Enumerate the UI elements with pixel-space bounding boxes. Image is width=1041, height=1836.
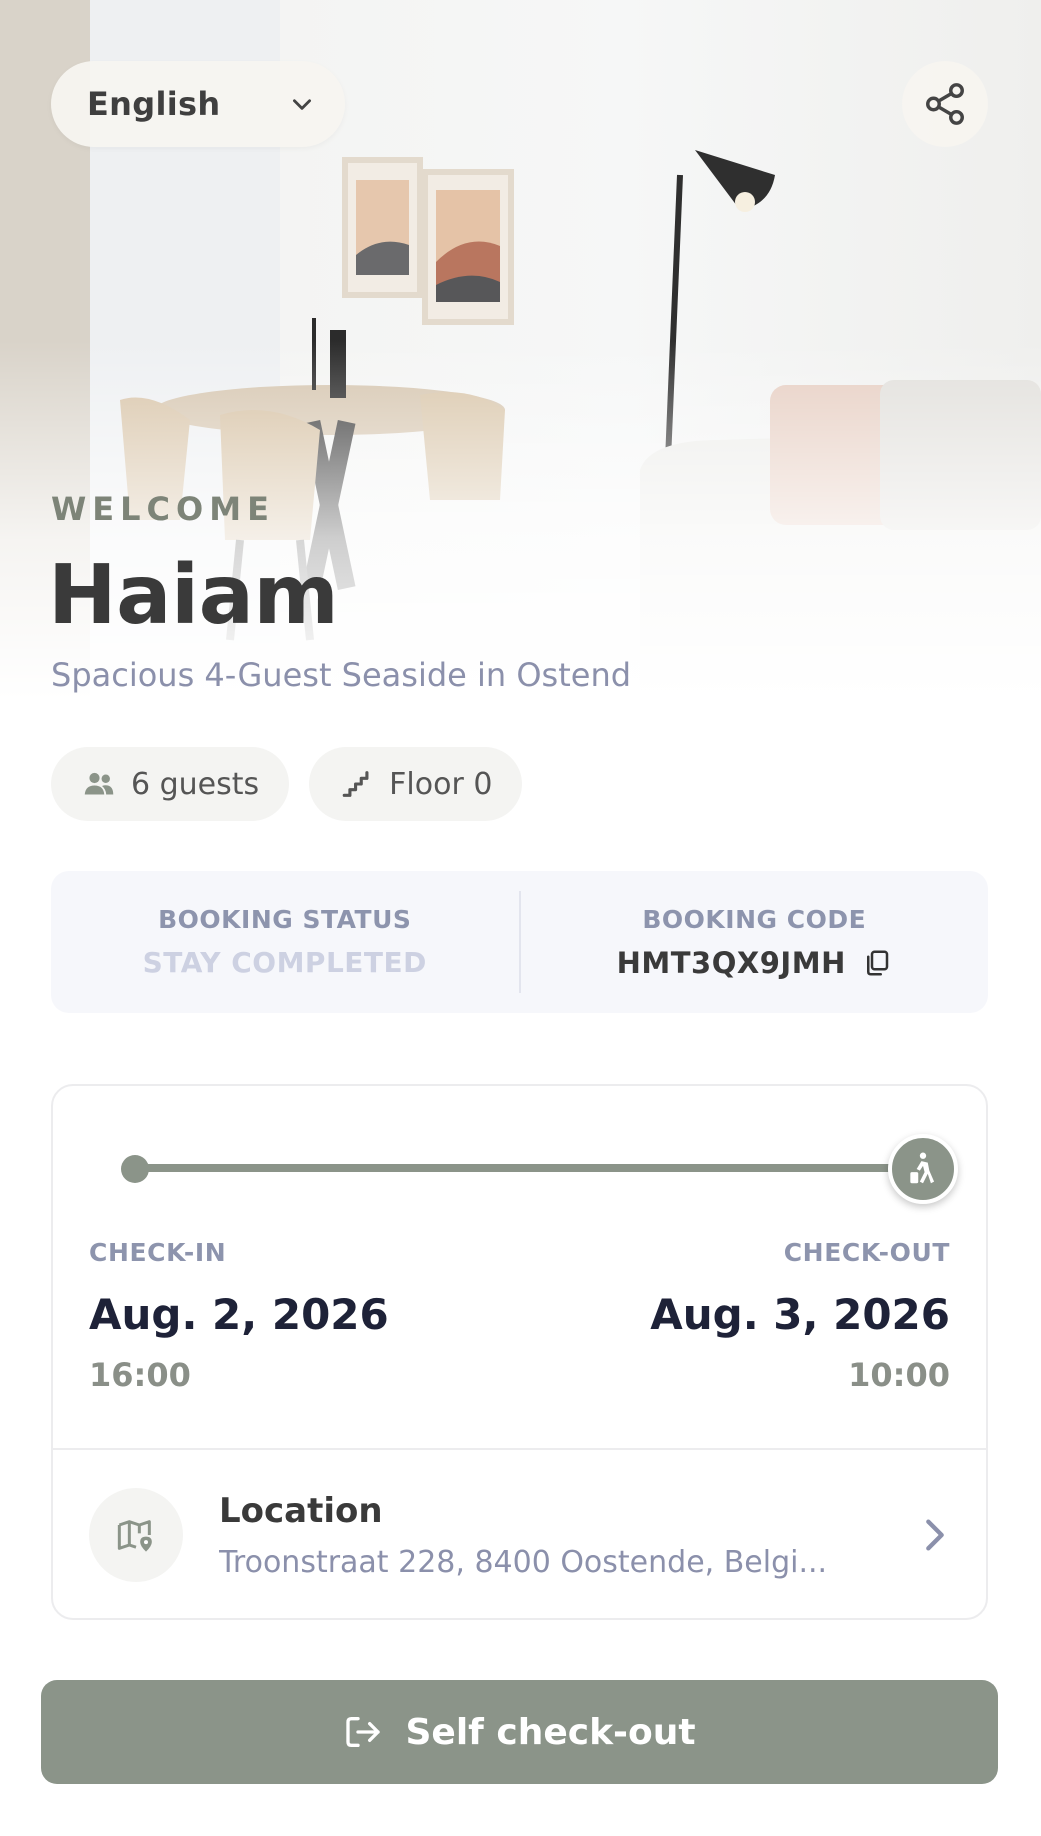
chevron-right-icon [926, 1519, 944, 1551]
self-checkout-label: Self check-out [405, 1711, 696, 1753]
stay-card: CHECK-IN CHECK-OUT Aug. 2, 2026 Aug. 3, … [51, 1084, 988, 1620]
location-row[interactable]: Location Troonstraat 228, 8400 Oostende,… [53, 1450, 986, 1618]
checkout-date: Aug. 3, 2026 [650, 1290, 950, 1339]
booking-summary: BOOKING STATUS STAY COMPLETED BOOKING CO… [51, 871, 988, 1013]
checkout-time: 10:00 [848, 1356, 950, 1394]
walking-luggage-icon [910, 1152, 935, 1184]
checkin-marker [121, 1155, 149, 1183]
stairs-icon [339, 766, 375, 802]
location-address: Troonstraat 228, 8400 Oostende, Belgi... [219, 1544, 828, 1580]
booking-code: BOOKING CODE HMT3QX9JMH [521, 871, 989, 1013]
chevron-down-icon [293, 99, 311, 110]
location-title: Location [219, 1490, 383, 1531]
checkin-label: CHECK-IN [89, 1238, 227, 1267]
welcome-label: WELCOME [51, 490, 275, 528]
guest-name: Haiam [48, 548, 339, 643]
map-pin-icon [117, 1520, 152, 1552]
location-icon-wrap [89, 1488, 183, 1582]
logout-icon [346, 1717, 381, 1747]
copy-icon[interactable] [862, 948, 892, 978]
checkout-label: CHECK-OUT [783, 1238, 950, 1267]
guests-count: 6 guests [131, 766, 260, 802]
location-text: Location Troonstraat 228, 8400 Oostende,… [219, 1491, 920, 1580]
users-icon [81, 766, 117, 802]
property-name: Spacious 4-Guest Seaside in Ostend [51, 656, 632, 694]
share-icon [926, 83, 964, 125]
stay-progress-track [135, 1164, 911, 1172]
checkin-date: Aug. 2, 2026 [89, 1290, 389, 1339]
language-selector[interactable]: English [51, 61, 345, 147]
floor-chip: Floor 0 [309, 747, 523, 821]
checkin-time: 16:00 [89, 1356, 191, 1394]
booking-code-copy[interactable]: HMT3QX9JMH [617, 946, 892, 980]
guests-chip: 6 guests [51, 747, 290, 821]
checkout-marker [888, 1134, 958, 1204]
floor-label: Floor 0 [389, 766, 493, 802]
language-label: English [87, 85, 221, 123]
booking-code-value: HMT3QX9JMH [616, 945, 846, 980]
booking-status-value: STAY COMPLETED [142, 946, 427, 979]
self-checkout-button[interactable]: Self check-out [41, 1680, 998, 1784]
booking-status-label: BOOKING STATUS [158, 905, 412, 934]
property-chips: 6 guests Floor 0 [51, 747, 523, 821]
share-button[interactable] [902, 61, 988, 147]
booking-code-label: BOOKING CODE [642, 904, 867, 934]
booking-status: BOOKING STATUS STAY COMPLETED [51, 871, 519, 1013]
